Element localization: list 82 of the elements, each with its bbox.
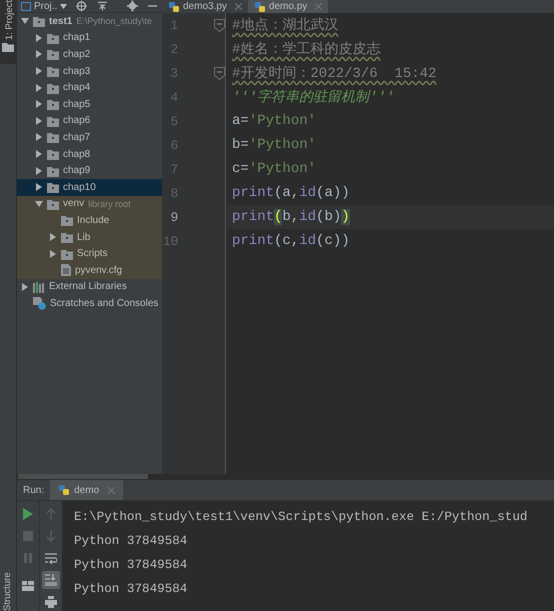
folder-icon: [47, 114, 59, 127]
stop-icon: [22, 530, 34, 542]
down-icon: [45, 530, 57, 542]
code-line: print(b,id(b)): [232, 209, 350, 225]
folder-icon: [47, 32, 59, 44]
folder-icon: [33, 15, 45, 28]
view-selector[interactable]: Proj..: [17, 0, 72, 12]
code-line: #姓名：学工科的皮皮志: [232, 40, 380, 58]
tree-item[interactable]: chap4: [17, 79, 162, 96]
tree-item[interactable]: chap6: [17, 112, 162, 130]
console-line: Python 37849584: [74, 581, 188, 598]
folder-icon: [47, 48, 59, 60]
tree-item[interactable]: Scripts: [17, 245, 162, 262]
soft-wrap-icon: [45, 552, 57, 564]
print-button[interactable]: [42, 593, 60, 611]
tree-item[interactable]: External Libraries: [17, 278, 162, 296]
python-file-icon: [254, 0, 266, 12]
print-icon: [45, 596, 57, 608]
folder-icon: [61, 231, 73, 244]
path-note: library root: [88, 198, 131, 209]
code-line: print(c,id(c)): [232, 233, 350, 249]
pause-icon: [22, 552, 34, 564]
caret-icon: [60, 4, 68, 8]
tree-item[interactable]: pyvenv.cfg: [17, 262, 162, 278]
tree-item[interactable]: test1 E:\Python_study\te: [17, 13, 162, 30]
code-line: #开发时间：2022/3/6 15:42: [232, 64, 436, 82]
console-line: Python 37849584: [74, 557, 188, 574]
folder-icon: [47, 98, 59, 110]
tree-item[interactable]: Lib: [17, 228, 162, 246]
libraries-icon: [33, 280, 45, 293]
project-icon: [21, 2, 31, 10]
structure-tool-tab[interactable]: Structure: [2, 559, 16, 611]
tree-item[interactable]: chap3: [17, 62, 162, 80]
file-tab[interactable]: demo3.py: [162, 0, 248, 13]
close-icon: [108, 486, 116, 494]
tree-item[interactable]: chap8: [17, 146, 162, 162]
code-line: #地点：湖北武汉: [232, 16, 338, 34]
close-icon: [315, 3, 322, 10]
tree-item[interactable]: venv library root: [17, 196, 162, 212]
console-line: Python 37849584: [74, 533, 188, 550]
scroll-to-end-icon: [45, 574, 57, 586]
up-icon: [45, 508, 57, 520]
target-icon: [76, 0, 88, 12]
code-line: a='Python': [232, 113, 316, 129]
console-line: E:\Python_study\test1\venv\Scripts\python.exe E:/Python_stud: [74, 509, 528, 526]
tree-item[interactable]: Include: [17, 212, 162, 229]
run-tab[interactable]: demo: [50, 480, 124, 500]
run-icon: [22, 508, 34, 520]
scroll-to-end-button[interactable]: [42, 571, 60, 589]
path-note: E:\Python_study\te: [76, 16, 152, 26]
folder-icon: [47, 82, 59, 94]
code-line: c='Python': [232, 161, 316, 177]
python-file-icon: [168, 0, 180, 12]
collapse-icon: [97, 1, 108, 11]
scrollbar-thumb[interactable]: [18, 474, 148, 480]
folder-icon: [2, 42, 14, 52]
folder-icon: [47, 181, 59, 194]
tree-item[interactable]: Scratches and Consoles: [17, 295, 162, 312]
tree-item[interactable]: chap1: [17, 30, 162, 46]
folder-icon: [47, 198, 59, 210]
code-line: print(a,id(a)): [232, 185, 350, 201]
folder-icon: [47, 148, 59, 160]
folder-icon: [47, 164, 59, 177]
folder-icon: [61, 248, 73, 260]
python-icon: [58, 484, 70, 496]
tree-item[interactable]: chap10: [17, 178, 162, 196]
folder-icon: [47, 65, 59, 78]
tree-item[interactable]: chap2: [17, 46, 162, 63]
close-icon: [234, 3, 242, 10]
scratches-icon: [33, 296, 46, 310]
folder-icon: [47, 131, 59, 144]
file-icon: [61, 264, 71, 276]
tree-item[interactable]: chap7: [17, 129, 162, 146]
run-label: Run:: [22, 484, 46, 496]
code-line: b='Python': [232, 137, 316, 153]
tree-item[interactable]: chap9: [17, 162, 162, 179]
line-number: 9: [170, 210, 178, 224]
file-tab[interactable]: demo.py: [248, 0, 328, 13]
folder-icon: [61, 214, 73, 226]
layout-icon: [22, 580, 34, 592]
tree-item[interactable]: chap5: [17, 96, 162, 113]
code-line: '''字符串的驻留机制''': [232, 88, 394, 106]
